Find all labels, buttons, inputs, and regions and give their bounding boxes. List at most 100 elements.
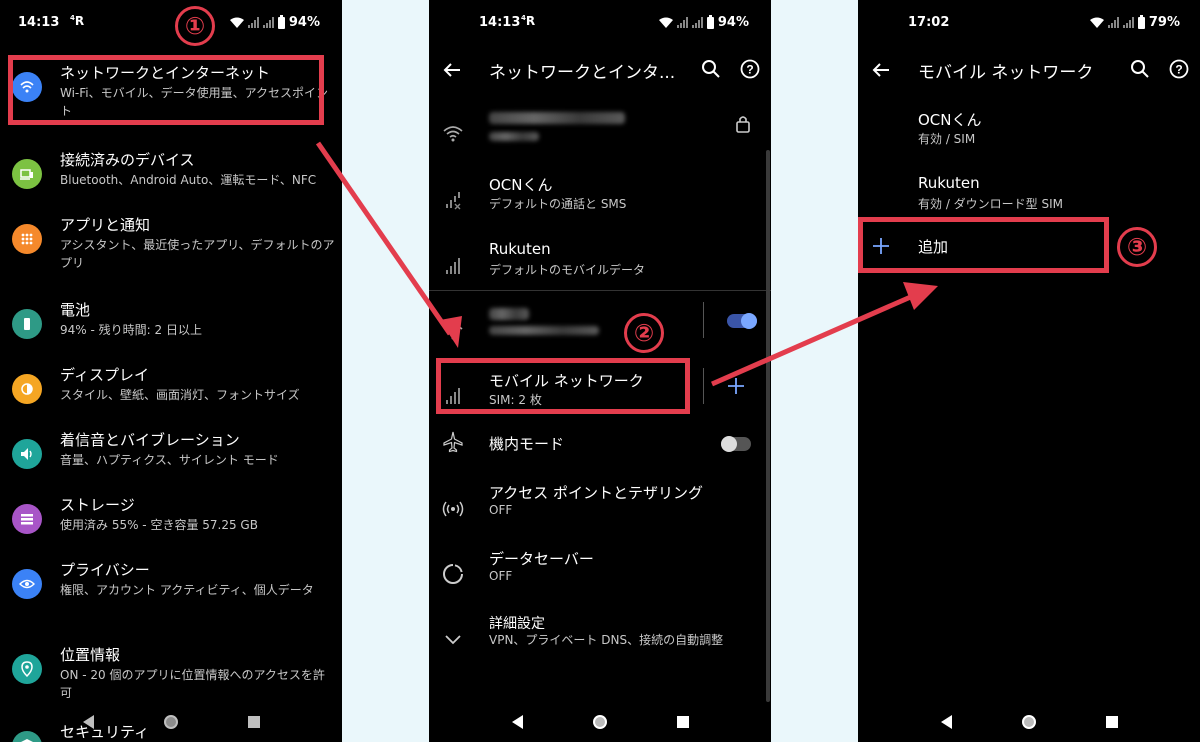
- hotspot-title: アクセス ポイントとテザリング: [489, 484, 704, 502]
- storage-icon: [12, 504, 42, 534]
- status-bar: 17:02 79%: [908, 14, 1180, 33]
- sim-rakuten-item[interactable]: Rukuten デフォルトのモバイルデータ: [429, 236, 771, 296]
- settings-item-title: ディスプレイ: [60, 366, 149, 384]
- settings-item-title: 接続済みのデバイス: [60, 151, 195, 169]
- wifi-icon: [443, 126, 463, 142]
- display-icon: [12, 374, 42, 404]
- nav-recents-icon[interactable]: [1105, 716, 1118, 728]
- advanced-item[interactable]: 詳細設定 VPN、プライベート DNS、接続の自動調整: [429, 609, 771, 669]
- settings-item[interactable]: プライバシー権限、アカウント アクティビティ、個人データ: [0, 555, 342, 617]
- settings-item-sub: 権限、アカウント アクティビティ、個人データ: [60, 583, 314, 597]
- settings-item-title: 電池: [60, 301, 91, 319]
- status-time: 17:02: [908, 15, 950, 30]
- svg-text:?: ?: [1175, 63, 1182, 77]
- battery-status-icon: [1137, 14, 1145, 29]
- blurred-hotspot-status: [489, 326, 599, 335]
- nav-recents-icon[interactable]: [676, 716, 689, 728]
- phone-mobile-network-panel: 17:02 79% モバイル ネットワーク ? OCNくん 有効 / SIM R…: [858, 0, 1200, 742]
- rakuten-sub: デフォルトのモバイルデータ: [489, 263, 646, 277]
- hotspot-sub: OFF: [489, 503, 513, 517]
- nav-bar: [0, 707, 342, 737]
- data-saver-sub: OFF: [489, 569, 513, 583]
- help-icon[interactable]: ?: [740, 59, 760, 79]
- settings-item[interactable]: 着信音とバイブレーション 音量、ハプティクス、サイレント モード: [0, 425, 342, 487]
- vertical-divider: [703, 368, 704, 404]
- signal-icon-2: [1122, 17, 1134, 28]
- section-divider: [429, 290, 771, 291]
- ocn-title: OCNくん: [489, 176, 553, 194]
- settings-item-sub: ON - 20 個のアプリに位置情報へのアクセスを許可: [60, 668, 325, 700]
- status-time: 14:13: [18, 15, 60, 30]
- chevron-down-icon: [445, 635, 461, 645]
- scrollbar[interactable]: [766, 150, 770, 702]
- settings-item[interactable]: ディスプレイスタイル、壁紙、画面消灯、フォントサイズ: [0, 360, 342, 422]
- signal-icon-2: [691, 17, 703, 28]
- sound-icon: [12, 439, 42, 469]
- settings-item-sub: 94% - 残り時間: 2 日以上: [60, 323, 202, 337]
- signal-icon: [446, 258, 460, 274]
- battery-percent: 94%: [288, 15, 320, 30]
- wifi-icon: [443, 324, 463, 340]
- settings-item-title: ストレージ: [60, 496, 135, 514]
- wifi-status-icon: [658, 17, 673, 28]
- help-icon[interactable]: ?: [1169, 59, 1189, 79]
- carrier-icon: 4R: [70, 14, 85, 28]
- battery-status-icon: [706, 14, 714, 29]
- airplane-title: 機内モード: [489, 435, 565, 453]
- settings-item-sub: 音量、ハプティクス、サイレント モード: [60, 453, 279, 467]
- search-icon[interactable]: [701, 59, 721, 79]
- hotspot-network-item[interactable]: [429, 302, 771, 362]
- highlight-box-2: [436, 358, 690, 414]
- sim-ocn-item[interactable]: OCNくん デフォルトの通話と SMS: [429, 170, 771, 230]
- rakuten-title: Rukuten: [489, 240, 551, 258]
- nav-back-icon[interactable]: [940, 715, 952, 729]
- wifi-status-icon: [1089, 17, 1104, 28]
- add-icon[interactable]: [727, 377, 745, 395]
- nav-bar: [429, 707, 771, 737]
- nav-back-icon[interactable]: [511, 715, 523, 729]
- status-time: 14:13: [479, 15, 521, 30]
- advanced-sub: VPN、プライベート DNS、接続の自動調整: [489, 633, 724, 647]
- wifi-status-icon: [229, 17, 244, 28]
- hotspot-toggle[interactable]: [727, 313, 757, 329]
- airplane-toggle[interactable]: [721, 436, 751, 452]
- back-arrow-icon[interactable]: [441, 59, 463, 81]
- nav-home-icon[interactable]: [1021, 715, 1036, 729]
- signal-x-icon: [446, 192, 461, 210]
- data-saver-item[interactable]: データセーバー OFF: [429, 544, 771, 604]
- nav-home-icon[interactable]: [592, 715, 607, 729]
- blurred-hotspot-name: [489, 308, 529, 320]
- highlight-box-3: [858, 217, 1109, 273]
- signal-icon-2: [262, 17, 274, 28]
- svg-text:?: ?: [746, 63, 753, 77]
- settings-item-title: アプリと通知: [60, 216, 151, 234]
- search-icon[interactable]: [1130, 59, 1150, 79]
- battery-icon: [12, 309, 42, 339]
- settings-item-title: プライバシー: [60, 561, 150, 579]
- settings-item[interactable]: アプリと通知アシスタント、最近使ったアプリ、デフォルトのアプリ: [0, 210, 342, 272]
- settings-item-title: 位置情報: [60, 646, 121, 664]
- signal-icon: [247, 17, 259, 28]
- hotspot-tethering-item[interactable]: アクセス ポイントとテザリング OFF: [429, 478, 771, 538]
- status-bar: 14:13 4R 94%: [18, 14, 320, 33]
- step-marker-3: ③: [1117, 227, 1157, 267]
- battery-percent: 79%: [1148, 15, 1180, 30]
- blurred-wifi-status: [489, 132, 539, 141]
- step-marker-2: ②: [624, 313, 664, 353]
- settings-item-sub: スタイル、壁紙、画面消灯、フォントサイズ: [60, 388, 300, 402]
- wifi-network-item[interactable]: [429, 104, 771, 164]
- nav-back-icon[interactable]: [82, 715, 94, 729]
- sim-rakuten-status: 有効 / ダウンロード型 SIM: [918, 197, 1063, 211]
- nav-recents-icon[interactable]: [247, 716, 260, 728]
- settings-item[interactable]: 接続済みのデバイス Bluetooth、Android Auto、運転モード、NF…: [0, 145, 342, 207]
- back-arrow-icon[interactable]: [870, 59, 892, 81]
- sim-ocn-name: OCNくん: [918, 111, 982, 129]
- sim-ocn-item[interactable]: OCNくん 有効 / SIM: [858, 105, 1200, 165]
- settings-item[interactable]: 電池 94% - 残り時間: 2 日以上: [0, 295, 342, 357]
- settings-item[interactable]: 位置情報 ON - 20 個のアプリに位置情報へのアクセスを許可: [0, 640, 342, 702]
- nav-home-icon[interactable]: [163, 715, 178, 729]
- signal-icon: [676, 17, 688, 28]
- sim-ocn-status: 有効 / SIM: [918, 132, 976, 146]
- settings-item-sub: アシスタント、最近使ったアプリ、デフォルトのアプリ: [60, 238, 335, 270]
- settings-item[interactable]: ストレージ 使用済み 55% - 空き容量 57.25 GB: [0, 490, 342, 552]
